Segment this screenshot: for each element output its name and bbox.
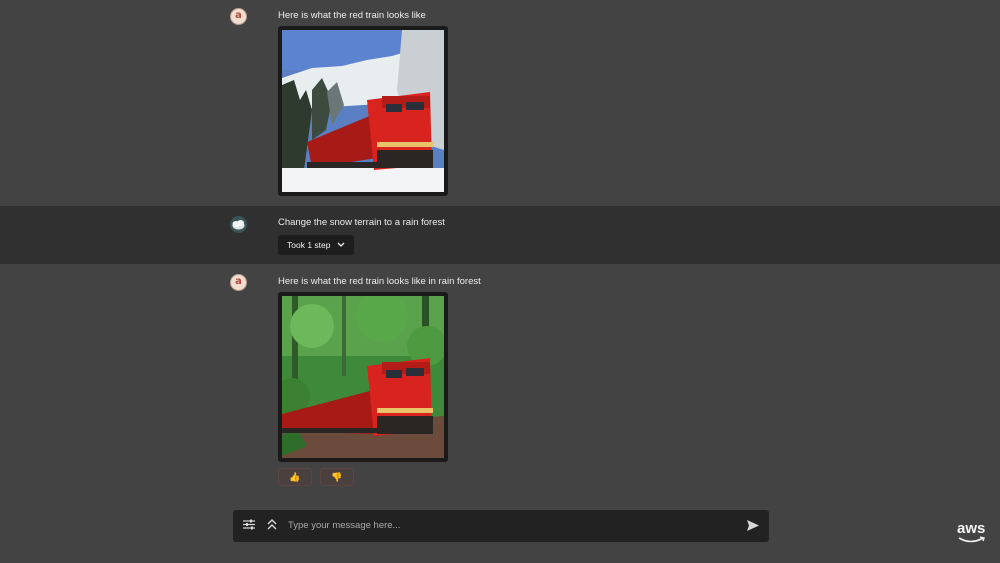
settings-sliders-icon[interactable]	[243, 519, 255, 533]
assistant-message: Here is what the red train looks like	[0, 0, 1000, 206]
message-text: Change the snow terrain to a rain forest	[278, 217, 445, 228]
chevron-down-icon	[337, 240, 345, 250]
generated-image-rainforest[interactable]	[278, 292, 448, 462]
message-composer: Type your message here...	[233, 510, 769, 542]
took-steps-button[interactable]: Took 1 step	[278, 235, 355, 255]
thumbs-up-button[interactable]: 👍	[278, 468, 312, 486]
aws-smile-icon	[958, 536, 985, 543]
user-avatar-icon	[230, 216, 247, 233]
thumbs-up-icon: 👍	[289, 471, 301, 482]
user-message: Change the snow terrain to a rain forest	[0, 206, 1000, 264]
steps-label: Took 1 step	[287, 240, 331, 250]
message-input[interactable]: Type your message here...	[288, 520, 400, 531]
amazon-avatar-icon	[230, 274, 247, 291]
aws-logo: aws	[957, 520, 986, 537]
thumbs-down-button[interactable]: 👎	[320, 468, 354, 486]
generated-image-snow[interactable]	[278, 26, 448, 196]
assistant-message: Here is what the red train looks like in…	[0, 264, 1000, 500]
message-text: Here is what the red train looks like	[278, 10, 426, 21]
send-icon[interactable]	[747, 520, 759, 534]
thumbs-down-icon: 👎	[331, 471, 343, 482]
message-text: Here is what the red train looks like in…	[278, 276, 481, 287]
chevrons-up-icon[interactable]	[267, 519, 277, 533]
amazon-avatar-icon	[230, 8, 247, 25]
